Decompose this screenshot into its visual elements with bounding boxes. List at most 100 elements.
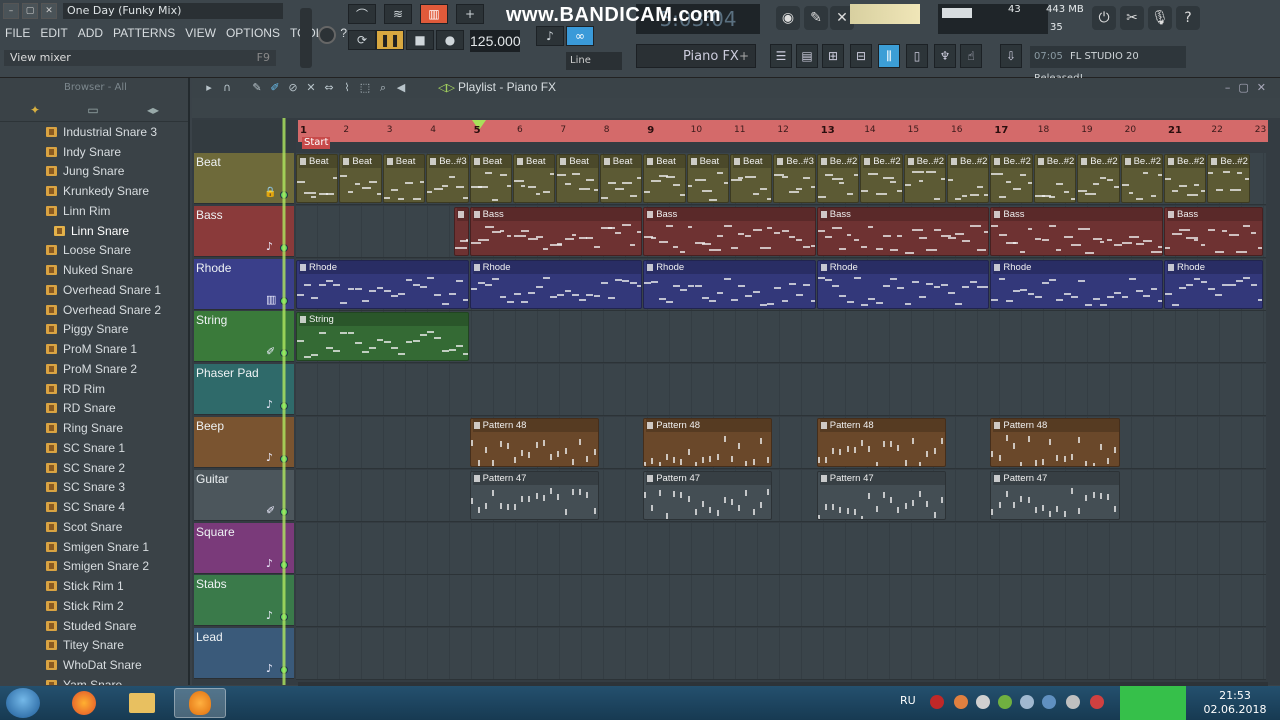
browser-item[interactable]: Stick Rim 2 xyxy=(0,596,188,616)
slip-tool-icon[interactable]: ⇔ xyxy=(322,81,336,95)
pattern-clip[interactable]: String xyxy=(296,312,469,362)
sun-icon[interactable]: ✦ xyxy=(28,103,42,117)
pattern-clip[interactable]: Bass xyxy=(816,206,990,256)
file-icon[interactable]: ▭ xyxy=(86,103,100,117)
browser-item[interactable]: RD Snare xyxy=(0,399,188,419)
pattern-clip[interactable]: Pattern 47 xyxy=(816,470,946,520)
pattern-clip[interactable]: Bass xyxy=(990,206,1163,256)
pause-button[interactable]: ❚❚ xyxy=(376,30,404,50)
song-title[interactable]: One Day (Funky Mix) xyxy=(63,3,283,19)
pattern-clip[interactable]: Pattern 48 xyxy=(643,418,773,467)
select-tool-icon[interactable]: ⬚ xyxy=(358,81,372,95)
mic-icon[interactable]: 🎙 xyxy=(1148,6,1172,30)
pattern-clip[interactable]: Beat xyxy=(339,154,382,203)
snap-selector[interactable]: Line xyxy=(566,52,622,70)
browser-item[interactable]: Linn Snare xyxy=(0,221,188,241)
stop-button[interactable]: ■ xyxy=(406,30,434,50)
pattern-clip[interactable]: Rhode xyxy=(469,259,643,309)
explorer-icon[interactable] xyxy=(116,688,168,718)
browser-item[interactable]: Titey Snare xyxy=(0,636,188,656)
track-header[interactable]: Square ♪ xyxy=(194,522,294,574)
pattern-clip[interactable]: Be..#2 xyxy=(990,154,1033,203)
browser-icon[interactable]: ▯ xyxy=(906,44,928,68)
track-header[interactable]: Beat 🔒 xyxy=(194,153,294,204)
menu-file[interactable]: FILE xyxy=(0,24,35,44)
menu-patterns[interactable]: PATTERNS xyxy=(108,24,180,44)
update-tray-icon[interactable] xyxy=(998,695,1012,709)
pattern-clip[interactable]: Rhode xyxy=(1164,259,1263,309)
browser-item[interactable]: Scot Snare xyxy=(0,517,188,537)
camera-icon[interactable]: ◉ xyxy=(776,6,800,30)
browser-item[interactable]: Linn Rim xyxy=(0,201,188,221)
browser-header[interactable]: Browser - All xyxy=(0,78,188,98)
browser-item[interactable]: Overhead Snare 2 xyxy=(0,300,188,320)
pattern-clip[interactable]: Beat xyxy=(599,154,643,203)
record-tray-icon[interactable] xyxy=(930,695,944,709)
pattern-clip[interactable]: Be..#3 xyxy=(426,154,469,203)
pattern-clip[interactable]: Be..#2 xyxy=(860,154,903,203)
track-lane[interactable] xyxy=(296,575,1266,628)
menu-view[interactable]: VIEW xyxy=(180,24,221,44)
browser-item[interactable]: ProM Snare 1 xyxy=(0,339,188,359)
pattern-clip[interactable]: Rhode xyxy=(816,259,990,309)
power-icon[interactable]: ⏻ xyxy=(1092,6,1116,30)
pattern-clip[interactable]: Pattern 48 xyxy=(469,418,599,467)
pattern-clip[interactable]: Beat xyxy=(382,154,426,203)
pattern-clip[interactable]: Be..#2 xyxy=(816,154,860,203)
playlist-title[interactable]: Playlist - Piano FX xyxy=(458,80,556,94)
pencil-icon[interactable]: ✎ xyxy=(804,6,828,30)
playlist-view-icon[interactable]: ☰ xyxy=(770,44,792,68)
close-icon[interactable]: ✕ xyxy=(41,3,57,19)
pencil-tool-icon[interactable]: ✎ xyxy=(250,81,264,95)
pattern-clip[interactable]: Rhode xyxy=(296,259,469,309)
browser-item[interactable]: Smigen Snare 1 xyxy=(0,537,188,557)
playlist-arrows-icon[interactable]: ◁▷ xyxy=(438,81,455,95)
play-arrow-icon[interactable]: ▸ xyxy=(202,81,216,95)
track-header[interactable]: Guitar ✐ xyxy=(194,469,294,521)
track-lane[interactable]: Pattern 48 Pattern 48 Pattern 48 Pattern 48 xyxy=(296,417,1266,469)
browser-item[interactable]: SC Snare 3 xyxy=(0,478,188,498)
browser-item[interactable]: Overhead Snare 1 xyxy=(0,280,188,300)
pattern-clip[interactable]: Beat xyxy=(643,154,686,203)
browser-item[interactable]: SC Snare 1 xyxy=(0,438,188,458)
touch-icon[interactable]: ☝ xyxy=(960,44,982,68)
zoom-tool-icon[interactable]: ⌕ xyxy=(376,81,390,95)
alert-tray-icon[interactable] xyxy=(1090,695,1104,709)
download-icon[interactable]: ⇩ xyxy=(1000,44,1022,68)
track-lane[interactable]: Beat Beat Beat Be..#3 Beat Beat Beat Beat Beat Be… xyxy=(296,153,1266,205)
pattern-clip[interactable]: Be..#2 xyxy=(1120,154,1163,203)
timeline-ruler[interactable]: 1 2 3 4 5 6 7 8 9 10 11 12 13 14 15 16 17 18 19 20 21 22 23 xyxy=(298,120,1268,142)
track-lane[interactable] xyxy=(296,628,1266,681)
news-ticker[interactable]: 07:05 FL STUDIO 20 Released! xyxy=(1030,46,1186,84)
loop-icon[interactable]: ⟳ xyxy=(348,30,376,50)
pattern-clip[interactable]: Be..#2 xyxy=(1077,154,1120,203)
track-header[interactable]: Phaser Pad ♪ xyxy=(194,364,294,416)
link-icon[interactable]: ∞ xyxy=(566,26,594,46)
app-tray-icon[interactable] xyxy=(954,695,968,709)
record-button[interactable]: ● xyxy=(436,30,464,50)
usb-tray-icon[interactable] xyxy=(1066,695,1080,709)
pattern-clip[interactable]: Be..#2 xyxy=(1033,154,1077,203)
plugin-icon[interactable]: ♆ xyxy=(934,44,956,68)
delete-tool-icon[interactable]: ⊘ xyxy=(286,81,300,95)
track-header[interactable]: Bass ♪ xyxy=(194,205,294,257)
add-channel-button[interactable]: + xyxy=(739,48,753,64)
browser-item[interactable]: Loose Snare xyxy=(0,241,188,261)
browser-item[interactable]: Industrial Snare 3 xyxy=(0,122,188,142)
pattern-clip[interactable]: Be..#2 xyxy=(1207,154,1250,203)
pattern-clip[interactable]: Rhode xyxy=(990,259,1163,309)
track-lane[interactable] xyxy=(296,364,1266,417)
metronome-icon[interactable]: ♪ xyxy=(536,26,564,46)
browser-item[interactable]: Jung Snare xyxy=(0,162,188,182)
browser-item[interactable]: WhoDat Snare xyxy=(0,655,188,675)
track-lane[interactable]: Pattern 47 Pattern 47 Pattern 47 Pattern 47 xyxy=(296,469,1266,522)
browser-item[interactable]: ProM Snare 2 xyxy=(0,359,188,379)
pattern-clip[interactable]: Be..#2 xyxy=(1164,154,1207,203)
browser-item[interactable]: Indy Snare xyxy=(0,142,188,162)
magnet-icon[interactable]: ∩ xyxy=(220,81,234,95)
paint-tool-icon[interactable]: ✐ xyxy=(268,81,282,95)
master-volume-slider[interactable] xyxy=(300,8,312,68)
track-header[interactable]: Stabs ♪ xyxy=(194,575,294,627)
record-mode-icon[interactable]: + xyxy=(456,4,484,24)
browser-item[interactable]: Smigen Snare 2 xyxy=(0,557,188,577)
